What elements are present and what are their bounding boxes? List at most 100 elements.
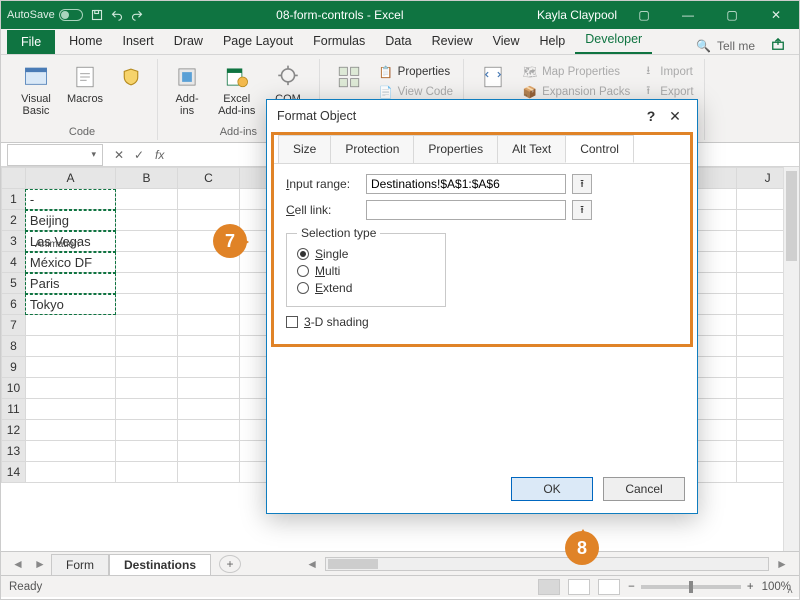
zoom-in-icon[interactable]: + (747, 581, 754, 593)
sheet-nav-next-icon[interactable]: ► (29, 557, 51, 571)
cell[interactable] (177, 273, 239, 294)
cell[interactable] (25, 378, 115, 399)
visual-basic-button[interactable]: Visual Basic (15, 61, 57, 119)
cell[interactable] (116, 189, 178, 210)
cell[interactable]: Tokyo (25, 294, 115, 315)
row-header[interactable]: 14 (2, 462, 26, 483)
name-box[interactable]: ▾ (7, 144, 103, 166)
cell[interactable] (116, 357, 178, 378)
collapse-ribbon-icon[interactable]: ˄ (787, 586, 793, 597)
row-header[interactable]: 10 (2, 378, 26, 399)
cell-link-field[interactable] (366, 200, 566, 220)
row-header[interactable]: 13 (2, 441, 26, 462)
insert-controls-button[interactable] (328, 61, 370, 93)
cell[interactable] (177, 189, 239, 210)
input-range-picker-icon[interactable]: ⭱ (572, 174, 592, 194)
macros-button[interactable]: Macros (63, 61, 107, 107)
sheet-tab-form[interactable]: Form (51, 554, 109, 575)
dialog-tab-size[interactable]: Size (278, 135, 331, 163)
cell[interactable] (177, 399, 239, 420)
dialog-close-icon[interactable]: ✕ (663, 108, 687, 125)
cell[interactable] (25, 315, 115, 336)
cell[interactable]: Paris (25, 273, 115, 294)
row-header[interactable]: 1 (2, 189, 26, 210)
cell[interactable] (116, 273, 178, 294)
cell[interactable] (177, 420, 239, 441)
vertical-scrollbar[interactable] (783, 167, 799, 551)
save-icon[interactable] (91, 9, 103, 21)
row-header[interactable]: 4 (2, 252, 26, 273)
cell[interactable] (25, 357, 115, 378)
dialog-tab-control[interactable]: Control (565, 135, 634, 163)
cell[interactable] (25, 462, 115, 483)
cell[interactable] (116, 399, 178, 420)
view-page-layout-icon[interactable] (568, 579, 590, 595)
view-normal-icon[interactable] (538, 579, 560, 595)
close-icon[interactable]: ✕ (759, 5, 793, 25)
chevron-down-icon[interactable]: ▾ (91, 149, 96, 160)
cell[interactable] (116, 210, 178, 231)
cell[interactable] (177, 336, 239, 357)
dialog-tab-properties[interactable]: Properties (413, 135, 498, 163)
tab-page-layout[interactable]: Page Layout (213, 29, 303, 54)
cell[interactable]: - (25, 189, 115, 210)
row-header[interactable]: 3 (2, 231, 26, 252)
cell[interactable] (177, 462, 239, 483)
tab-review[interactable]: Review (422, 29, 483, 54)
share-icon[interactable] (771, 37, 785, 54)
ok-button[interactable]: OK (511, 477, 593, 501)
tab-insert[interactable]: Insert (113, 29, 164, 54)
cancel-formula-icon[interactable]: ✕ (109, 148, 129, 162)
tab-home[interactable]: Home (59, 29, 112, 54)
cell[interactable] (25, 399, 115, 420)
radio-single[interactable]: Single (297, 247, 435, 261)
new-sheet-button[interactable]: + (219, 555, 241, 573)
tab-developer[interactable]: Developer (575, 27, 652, 54)
radio-extend[interactable]: Extend (297, 281, 435, 295)
hscroll-left-icon[interactable]: ◄ (301, 557, 323, 571)
sheet-tab-destinations[interactable]: Destinations (109, 554, 211, 575)
maximize-icon[interactable]: ▢ (715, 5, 749, 25)
addins-button[interactable]: Add- ins (166, 61, 208, 119)
cell[interactable] (116, 378, 178, 399)
row-header[interactable]: 9 (2, 357, 26, 378)
tab-help[interactable]: Help (530, 29, 576, 54)
ribbon-options-icon[interactable]: ▢ (627, 5, 661, 25)
tab-data[interactable]: Data (375, 29, 421, 54)
cancel-button[interactable]: Cancel (603, 477, 685, 501)
fx-icon[interactable]: fx (149, 148, 170, 162)
cell[interactable] (116, 252, 178, 273)
excel-addins-button[interactable]: Excel Add-ins (214, 61, 259, 119)
row-header[interactable]: 2 (2, 210, 26, 231)
cell[interactable] (116, 441, 178, 462)
source-button[interactable] (472, 61, 514, 93)
cell[interactable] (116, 462, 178, 483)
tab-draw[interactable]: Draw (164, 29, 213, 54)
macro-security-icon[interactable] (113, 61, 149, 93)
sheet-nav-prev-icon[interactable]: ◄ (7, 557, 29, 571)
user-name[interactable]: Kayla Claypool (537, 8, 617, 22)
cell[interactable] (177, 294, 239, 315)
hscroll-right-icon[interactable]: ► (771, 557, 793, 571)
cell[interactable] (177, 378, 239, 399)
row-header[interactable]: 5 (2, 273, 26, 294)
cell[interactable] (116, 294, 178, 315)
cell[interactable] (177, 357, 239, 378)
tell-me[interactable]: Tell me (717, 39, 755, 53)
redo-icon[interactable] (131, 9, 143, 21)
cell[interactable] (177, 315, 239, 336)
enter-formula-icon[interactable]: ✓ (129, 148, 149, 162)
undo-icon[interactable] (111, 9, 123, 21)
minimize-icon[interactable]: — (671, 5, 705, 25)
row-header[interactable]: 7 (2, 315, 26, 336)
cell[interactable] (116, 315, 178, 336)
cell[interactable] (25, 336, 115, 357)
col-header-b[interactable]: B (116, 168, 178, 189)
tab-file[interactable]: File (7, 30, 55, 54)
tab-formulas[interactable]: Formulas (303, 29, 375, 54)
row-header[interactable]: 8 (2, 336, 26, 357)
horizontal-scrollbar[interactable] (325, 557, 769, 571)
cell[interactable] (25, 441, 115, 462)
properties-button[interactable]: 📋Properties (376, 63, 455, 81)
zoom-out-icon[interactable]: − (628, 581, 635, 593)
